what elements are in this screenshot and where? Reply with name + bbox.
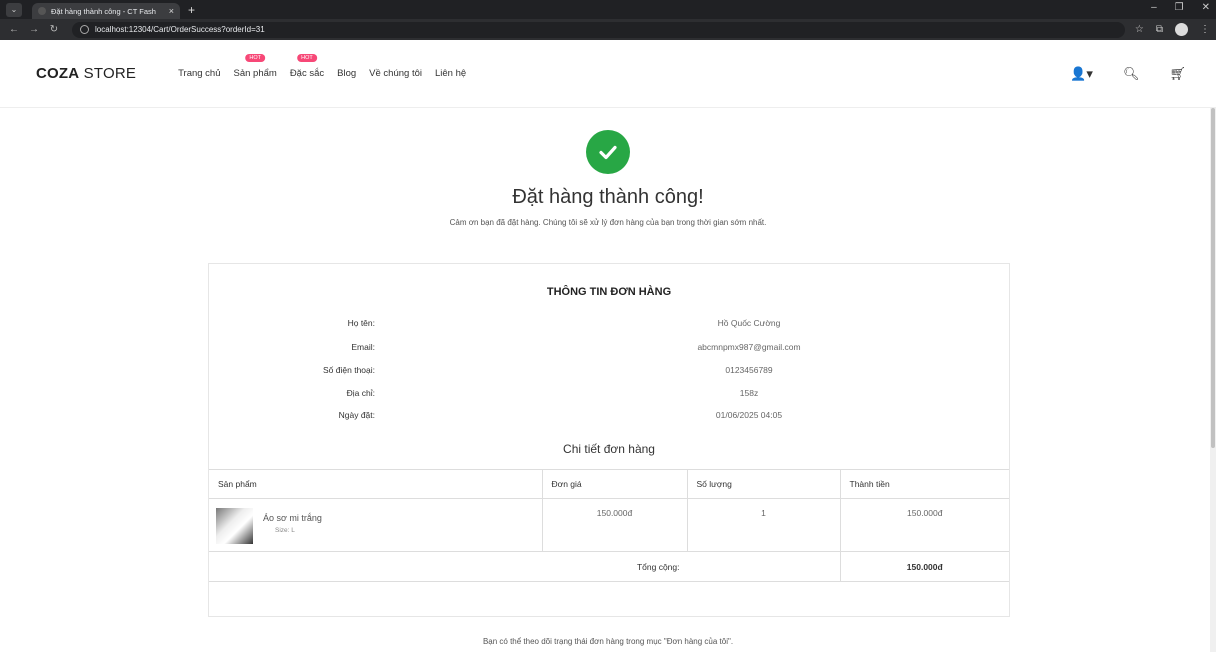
restore-icon[interactable]: ❐ <box>1175 2 1184 13</box>
profile-avatar[interactable] <box>1175 23 1188 36</box>
column-header: Thành tiền <box>840 469 1009 499</box>
product-thumbnail[interactable] <box>216 508 253 544</box>
scrollbar[interactable] <box>1210 108 1216 652</box>
info-label: Email: <box>351 342 375 352</box>
cart-icon[interactable]: 🛒︎ <box>1169 66 1186 82</box>
logo[interactable]: COZA STORE <box>36 65 136 82</box>
minimize-icon[interactable]: – <box>1151 2 1157 13</box>
nav-contact[interactable]: Liên hệ <box>435 68 466 79</box>
close-window-icon[interactable]: ✕ <box>1202 2 1210 13</box>
extensions-icon[interactable]: ⧉ <box>1156 24 1163 35</box>
product-name[interactable]: Áo sơ mi trắng <box>263 513 322 523</box>
hot-badge: HOT <box>245 54 265 62</box>
nav-featured[interactable]: HOT Đặc sắc <box>290 54 324 79</box>
table-row: Áo sơ mi trắng Size: L 150.000đ 1 150.00… <box>209 498 1009 552</box>
info-label: Địa chỉ: <box>346 388 375 398</box>
product-cell: Áo sơ mi trắng Size: L <box>216 508 533 544</box>
total-row: Tổng cộng: 150.000đ <box>209 551 1009 582</box>
site-header: COZA STORE Trang chủ HOT Sản phẩm HOT Đặc … <box>0 40 1216 108</box>
tab-search-icon[interactable]: ⌄ <box>6 2 22 17</box>
order-items-table: Sản phẩm Đơn giá Số lượng Thành tiền Áo … <box>209 469 1009 582</box>
column-header: Sản phẩm <box>209 469 543 499</box>
search-icon[interactable]: 🔍︎ <box>1123 66 1140 82</box>
tab-close-icon[interactable]: × <box>169 6 174 16</box>
success-check-icon <box>586 130 630 174</box>
unit-price: 150.000đ <box>542 498 688 552</box>
info-label: Ngày đặt: <box>338 410 375 420</box>
success-message: Cảm ơn bạn đã đặt hàng. Chúng tôi sẽ xử … <box>449 218 767 227</box>
info-value: abcmnpmx987@gmail.com <box>697 342 801 352</box>
reload-icon[interactable]: ↻ <box>46 24 62 35</box>
order-card: THÔNG TIN ĐƠN HÀNG Họ tên: Hồ Quốc Cường… <box>208 263 1010 617</box>
url-field[interactable]: localhost:12304/Cart/OrderSuccess?orderI… <box>72 21 1125 38</box>
line-total: 150.000đ <box>840 498 1009 552</box>
info-value: Hồ Quốc Cường <box>717 318 781 328</box>
info-value: 01/06/2025 04:05 <box>715 410 783 420</box>
browser-tab[interactable]: Đặt hàng thành công - CT Fash × <box>32 3 180 19</box>
scrollbar-thumb[interactable] <box>1211 108 1215 448</box>
product-size: Size: L <box>275 527 295 534</box>
browser-menu-icon[interactable]: ⋮ <box>1200 24 1210 35</box>
table-header-row: Sản phẩm Đơn giá Số lượng Thành tiền <box>209 469 1009 499</box>
url-text: localhost:12304/Cart/OrderSuccess?orderI… <box>95 25 265 34</box>
info-value: 0123456789 <box>725 365 773 375</box>
user-icon[interactable]: 👤▾ <box>1070 66 1093 82</box>
info-label: Họ tên: <box>347 318 375 328</box>
favicon-icon <box>38 7 46 15</box>
nav-blog[interactable]: Blog <box>337 68 356 79</box>
order-info-title: THÔNG TIN ĐƠN HÀNG <box>546 286 672 298</box>
info-value: 158z <box>739 388 759 398</box>
nav-about[interactable]: Về chúng tôi <box>369 68 422 79</box>
total-value: 150.000đ <box>840 551 1009 582</box>
bookmark-star-icon[interactable]: ☆ <box>1135 24 1144 35</box>
info-label: Số điện thoại: <box>323 365 375 375</box>
forward-icon[interactable]: → <box>26 24 42 35</box>
back-icon[interactable]: ← <box>6 24 22 35</box>
new-tab-button[interactable]: + <box>188 3 195 17</box>
nav-home[interactable]: Trang chủ <box>178 68 220 79</box>
browser-tabbar: ⌄ Đặt hàng thành công - CT Fash × + – ❐ … <box>0 0 1216 19</box>
tab-title: Đặt hàng thành công - CT Fash <box>51 6 156 16</box>
column-header: Đơn giá <box>542 469 688 499</box>
order-detail-title: Chi tiết đơn hàng <box>563 442 655 456</box>
site-info-icon[interactable] <box>80 25 89 34</box>
address-bar-row: ← → ↻ localhost:12304/Cart/OrderSuccess?… <box>0 19 1216 40</box>
main-nav: Trang chủ HOT Sản phẩm HOT Đặc sắc Blog Về… <box>178 54 479 79</box>
nav-products[interactable]: HOT Sản phẩm <box>234 54 277 79</box>
column-header: Số lượng <box>687 469 841 499</box>
tracking-note: Bạn có thể theo dõi trạng thái đơn hàng … <box>482 637 734 646</box>
total-label: Tổng cộng: <box>209 551 841 582</box>
hot-badge: HOT <box>297 54 317 62</box>
quantity: 1 <box>687 498 841 552</box>
page-title: Đặt hàng thành công! <box>512 186 704 208</box>
